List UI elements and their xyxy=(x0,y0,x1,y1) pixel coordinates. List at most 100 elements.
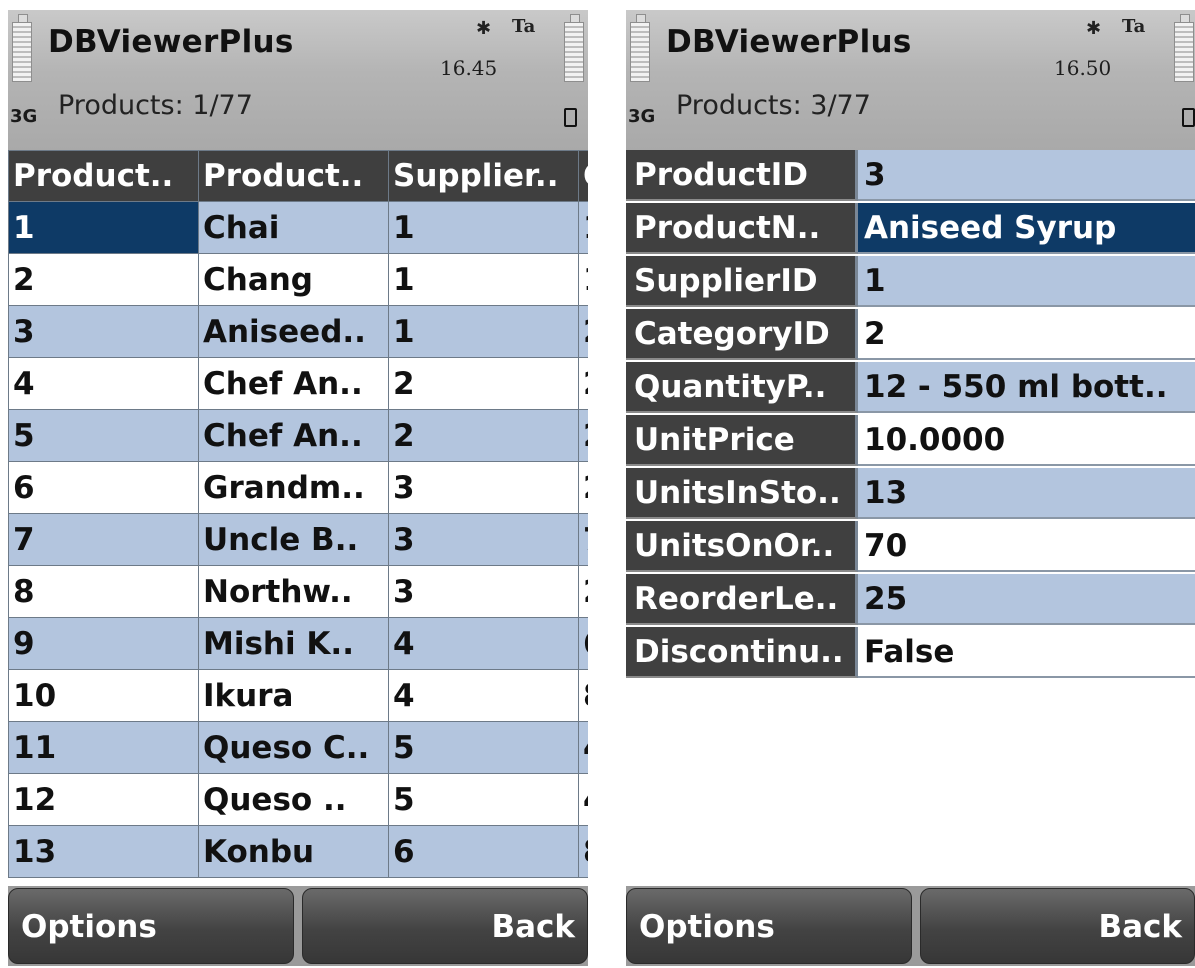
cell-productid: 6 xyxy=(8,461,199,514)
cell-supplierid: 1 xyxy=(388,305,579,358)
table-row[interactable]: 8Northw..32 xyxy=(8,565,588,618)
cell-categoryid: 2 xyxy=(578,357,588,410)
cell-categoryid: 2 xyxy=(578,409,588,462)
cell-categoryid: 8 xyxy=(578,825,588,878)
app-title: DBViewerPlus xyxy=(666,24,912,60)
field-value: False xyxy=(858,627,1195,678)
cell-productname: Chang xyxy=(198,253,389,306)
cell-productname: Aniseed.. xyxy=(198,305,389,358)
column-header-supplierid[interactable]: Supplier.. xyxy=(388,150,579,202)
cell-productid: 8 xyxy=(8,565,199,618)
record-position: Products: 1/77 xyxy=(58,90,253,121)
field-value: 2 xyxy=(858,309,1195,360)
network-badge: 3G xyxy=(628,106,656,127)
bluetooth-icon: ✱ xyxy=(1086,18,1102,39)
cell-supplierid: 6 xyxy=(388,825,579,878)
column-header-productname[interactable]: Product.. xyxy=(198,150,389,202)
cell-productid: 9 xyxy=(8,617,199,670)
field-value: 3 xyxy=(858,150,1195,201)
back-button[interactable]: Back xyxy=(920,888,1195,964)
field-value: 70 xyxy=(858,521,1195,572)
table-row[interactable]: 1Chai11 xyxy=(8,201,588,254)
options-button[interactable]: Options xyxy=(626,888,912,964)
cell-productname: Chef An.. xyxy=(198,409,389,462)
detail-row[interactable]: SupplierID 1 xyxy=(626,256,1195,307)
table-row[interactable]: 5Chef An..22 xyxy=(8,409,588,462)
title-bar: DBViewerPlus ✱ Ta 16.45 3G Products: 1/7… xyxy=(8,10,588,150)
cell-productid: 4 xyxy=(8,357,199,410)
table-row[interactable]: 10Ikura48 xyxy=(8,669,588,722)
field-label: SupplierID xyxy=(626,256,858,307)
app-title: DBViewerPlus xyxy=(48,24,294,60)
cell-productname: Chef An.. xyxy=(198,357,389,410)
battery-icon xyxy=(564,108,577,127)
app-building-icon xyxy=(12,14,32,82)
cell-categoryid: 4 xyxy=(578,773,588,826)
cell-productid: 3 xyxy=(8,305,199,358)
cell-supplierid: 2 xyxy=(388,409,579,462)
table-row[interactable]: 6Grandm..32 xyxy=(8,461,588,514)
cell-supplierid: 4 xyxy=(388,669,579,722)
field-label: CategoryID xyxy=(626,309,858,360)
cell-productname: Queso C.. xyxy=(198,721,389,774)
field-value: 10.0000 xyxy=(858,415,1195,466)
table-row[interactable]: 3Aniseed..12 xyxy=(8,305,588,358)
clock: 16.50 xyxy=(1054,56,1112,80)
field-label: UnitsInSto.. xyxy=(626,468,858,519)
cell-productname: Queso .. xyxy=(198,773,389,826)
record-position: Products: 3/77 xyxy=(676,90,871,121)
cell-categoryid: 2 xyxy=(578,305,588,358)
table-row[interactable]: 11Queso C..54 xyxy=(8,721,588,774)
table-header-row: Product.. Product.. Supplier.. C xyxy=(8,150,588,202)
detail-row[interactable]: UnitsOnOr.. 70 xyxy=(626,521,1195,572)
cell-productid: 2 xyxy=(8,253,199,306)
signal-strength-icon xyxy=(1174,14,1194,82)
products-table: Product.. Product.. Supplier.. C 1Chai11… xyxy=(8,150,588,878)
cell-supplierid: 1 xyxy=(388,253,579,306)
cell-categoryid: 6 xyxy=(578,617,588,670)
options-button[interactable]: Options xyxy=(8,888,294,964)
detail-row[interactable]: UnitsInSto.. 13 xyxy=(626,468,1195,519)
cell-productname: Uncle B.. xyxy=(198,513,389,566)
signal-strength-icon xyxy=(564,14,584,82)
cell-productid: 13 xyxy=(8,825,199,878)
detail-row[interactable]: Discontinu.. False xyxy=(626,627,1195,678)
cell-productid: 12 xyxy=(8,773,199,826)
signal-icon: Ta xyxy=(512,16,536,37)
products-list-screen: DBViewerPlus ✱ Ta 16.45 3G Products: 1/7… xyxy=(8,10,588,966)
cell-supplierid: 3 xyxy=(388,461,579,514)
back-button[interactable]: Back xyxy=(302,888,588,964)
cell-categoryid: 1 xyxy=(578,253,588,306)
table-row[interactable]: 13Konbu68 xyxy=(8,825,588,878)
detail-row[interactable]: ProductID 3 xyxy=(626,150,1195,201)
detail-row[interactable]: UnitPrice 10.0000 xyxy=(626,415,1195,466)
detail-row[interactable]: ProductN.. Aniseed Syrup xyxy=(626,203,1195,254)
cell-supplierid: 5 xyxy=(388,773,579,826)
field-label: UnitPrice xyxy=(626,415,858,466)
detail-row[interactable]: QuantityP.. 12 - 550 ml bott.. xyxy=(626,362,1195,413)
field-label: QuantityP.. xyxy=(626,362,858,413)
field-value: 1 xyxy=(858,256,1195,307)
cell-categoryid: 2 xyxy=(578,461,588,514)
clock: 16.45 xyxy=(440,56,498,80)
products-table-container[interactable]: Product.. Product.. Supplier.. C 1Chai11… xyxy=(8,150,588,886)
field-value: Aniseed Syrup xyxy=(858,203,1195,254)
table-row[interactable]: 4Chef An..22 xyxy=(8,357,588,410)
table-row[interactable]: 2Chang11 xyxy=(8,253,588,306)
table-row[interactable]: 7Uncle B..37 xyxy=(8,513,588,566)
column-header-productid[interactable]: Product.. xyxy=(8,150,199,202)
table-row[interactable]: 12Queso ..54 xyxy=(8,773,588,826)
cell-productname: Konbu xyxy=(198,825,389,878)
cell-productname: Ikura xyxy=(198,669,389,722)
network-badge: 3G xyxy=(10,106,38,127)
column-header-categoryid[interactable]: C xyxy=(578,150,588,202)
cell-categoryid: 2 xyxy=(578,565,588,618)
title-bar: DBViewerPlus ✱ Ta 16.50 3G Products: 3/7… xyxy=(626,10,1195,150)
signal-icon: Ta xyxy=(1122,16,1146,37)
table-row[interactable]: 9Mishi K..46 xyxy=(8,617,588,670)
detail-row[interactable]: ReorderLe.. 25 xyxy=(626,574,1195,625)
detail-row[interactable]: CategoryID 2 xyxy=(626,309,1195,360)
cell-categoryid: 4 xyxy=(578,721,588,774)
cell-productid: 1 xyxy=(8,201,199,254)
cell-supplierid: 5 xyxy=(388,721,579,774)
